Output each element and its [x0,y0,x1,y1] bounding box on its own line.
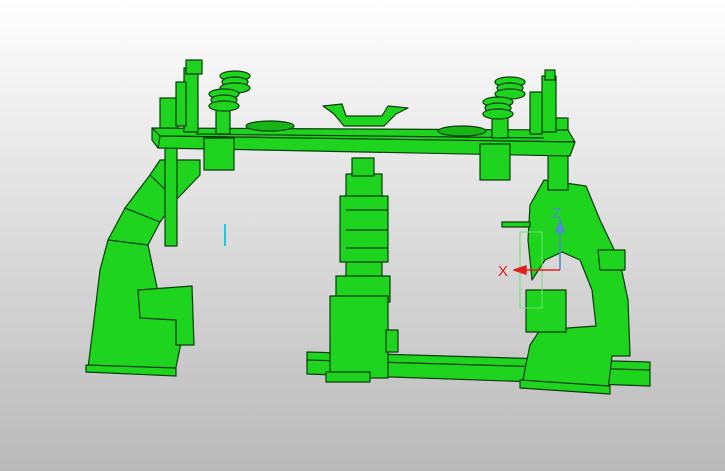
x-axis-label: X [498,263,508,280]
left-support-bracket [85,159,201,377]
left-suction-cups [208,70,251,112]
right-support-bracket [519,117,631,395]
right-suction-cups [482,76,526,120]
central-actuator [325,157,399,383]
z-axis-label: Z [552,205,561,222]
x-axis-arrow [513,265,527,275]
3d-viewport[interactable]: Z X [0,0,725,471]
cad-model-canvas[interactable]: Z X [0,0,725,471]
